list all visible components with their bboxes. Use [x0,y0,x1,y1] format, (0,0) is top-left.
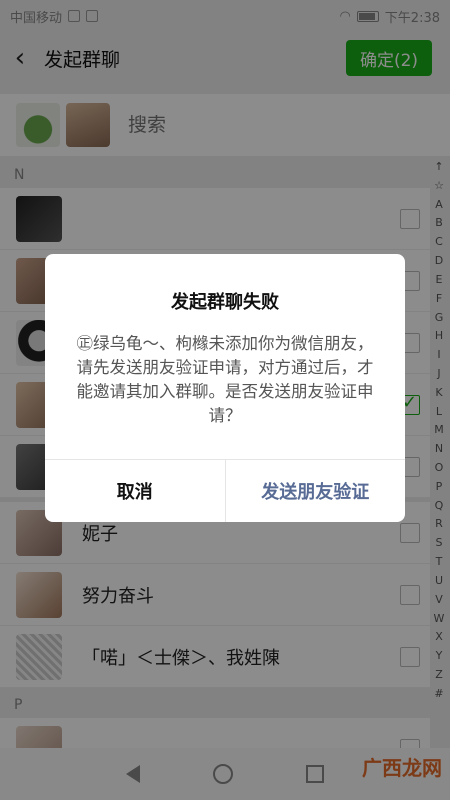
cancel-button[interactable]: 取消 [45,460,226,522]
send-verification-button[interactable]: 发送朋友验证 [226,460,406,522]
error-dialog: 发起群聊失败 ㊣绿乌龟～、枸橼未添加你为微信朋友，请先发送朋友验证申请，对方通过… [45,254,405,522]
dialog-title: 发起群聊失败 [171,292,279,313]
dialog-message: ㊣绿乌龟～、枸橼未添加你为微信朋友，请先发送朋友验证申请，对方通过后，才能邀请其… [76,334,374,425]
dialog-buttons: 取消 发送朋友验证 [45,459,405,522]
